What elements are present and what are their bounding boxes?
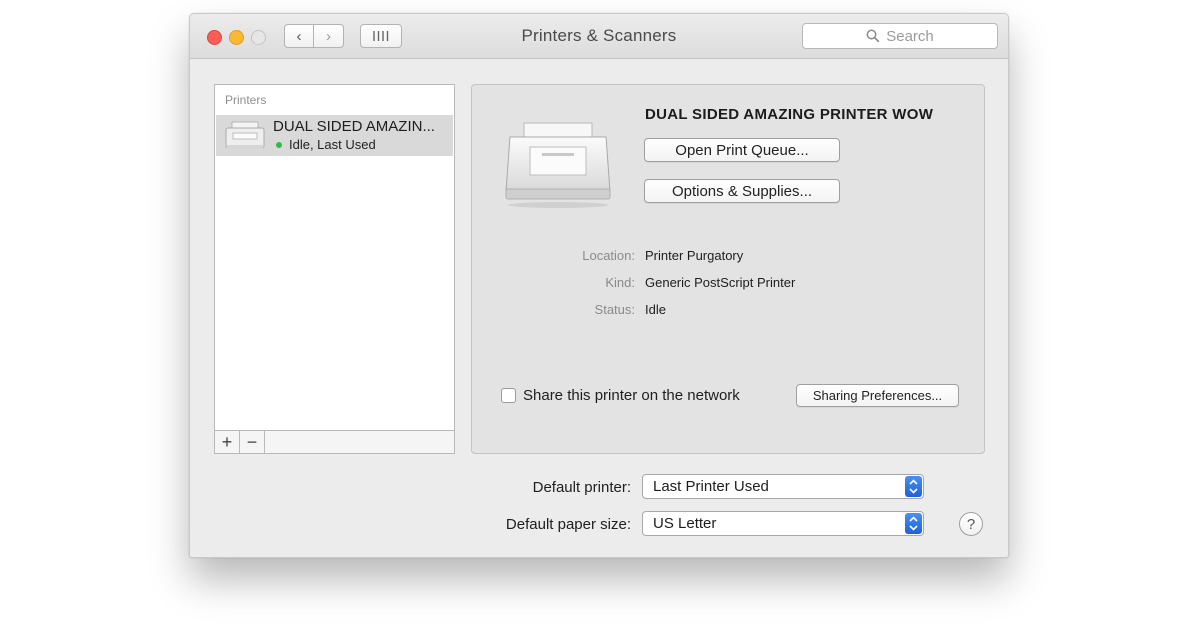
sharing-preferences-button[interactable]: Sharing Preferences... <box>796 384 959 407</box>
status-dot-icon <box>276 142 282 148</box>
default-printer-popup[interactable]: Last Printer Used <box>642 474 924 499</box>
printer-list-item[interactable]: DUAL SIDED AMAZIN... Idle, Last Used <box>216 115 453 156</box>
search-placeholder: Search <box>886 27 934 45</box>
printer-name: DUAL SIDED AMAZING PRINTER WOW <box>645 106 934 123</box>
options-supplies-button[interactable]: Options & Supplies... <box>644 179 840 203</box>
list-toolbar: + − <box>214 431 455 454</box>
search-field[interactable]: Search <box>802 23 998 49</box>
share-printer-checkbox[interactable] <box>501 388 516 403</box>
kind-label: Kind: <box>605 275 635 290</box>
title-bar: ‹ › Printers & Scanners Search <box>190 14 1008 59</box>
default-printer-label: Default printer: <box>532 479 631 496</box>
popup-arrows-icon <box>905 476 922 497</box>
printer-item-status-text: Idle, Last Used <box>289 137 376 152</box>
default-paper-size-popup[interactable]: US Letter <box>642 511 924 536</box>
search-icon <box>866 29 880 43</box>
printers-scanners-window: ‹ › Printers & Scanners Search Printers <box>189 13 1009 558</box>
printer-item-status: Idle, Last Used <box>276 137 376 152</box>
share-printer-label[interactable]: Share this printer on the network <box>523 387 740 404</box>
printers-list-header: Printers <box>225 93 267 107</box>
printer-icon <box>225 121 265 149</box>
default-paper-size-value: US Letter <box>653 515 717 532</box>
printers-list[interactable]: Printers DUAL SIDED AMAZIN... Idle, Last… <box>214 84 455 431</box>
status-value: Idle <box>645 302 666 317</box>
popup-arrows-icon <box>905 513 922 534</box>
open-print-queue-button[interactable]: Open Print Queue... <box>644 138 840 162</box>
status-label: Status: <box>594 302 635 317</box>
default-printer-value: Last Printer Used <box>653 478 769 495</box>
printer-item-name: DUAL SIDED AMAZIN... <box>273 118 435 135</box>
printer-detail-panel: DUAL SIDED AMAZING PRINTER WOW Open Prin… <box>471 84 985 454</box>
location-label: Location: <box>582 248 635 263</box>
add-printer-button[interactable]: + <box>215 431 240 453</box>
printer-large-icon <box>505 122 611 208</box>
remove-printer-button[interactable]: − <box>240 431 265 453</box>
default-paper-size-label: Default paper size: <box>505 516 631 533</box>
kind-value: Generic PostScript Printer <box>645 275 796 290</box>
help-button[interactable]: ? <box>959 512 983 536</box>
location-value: Printer Purgatory <box>645 248 744 263</box>
